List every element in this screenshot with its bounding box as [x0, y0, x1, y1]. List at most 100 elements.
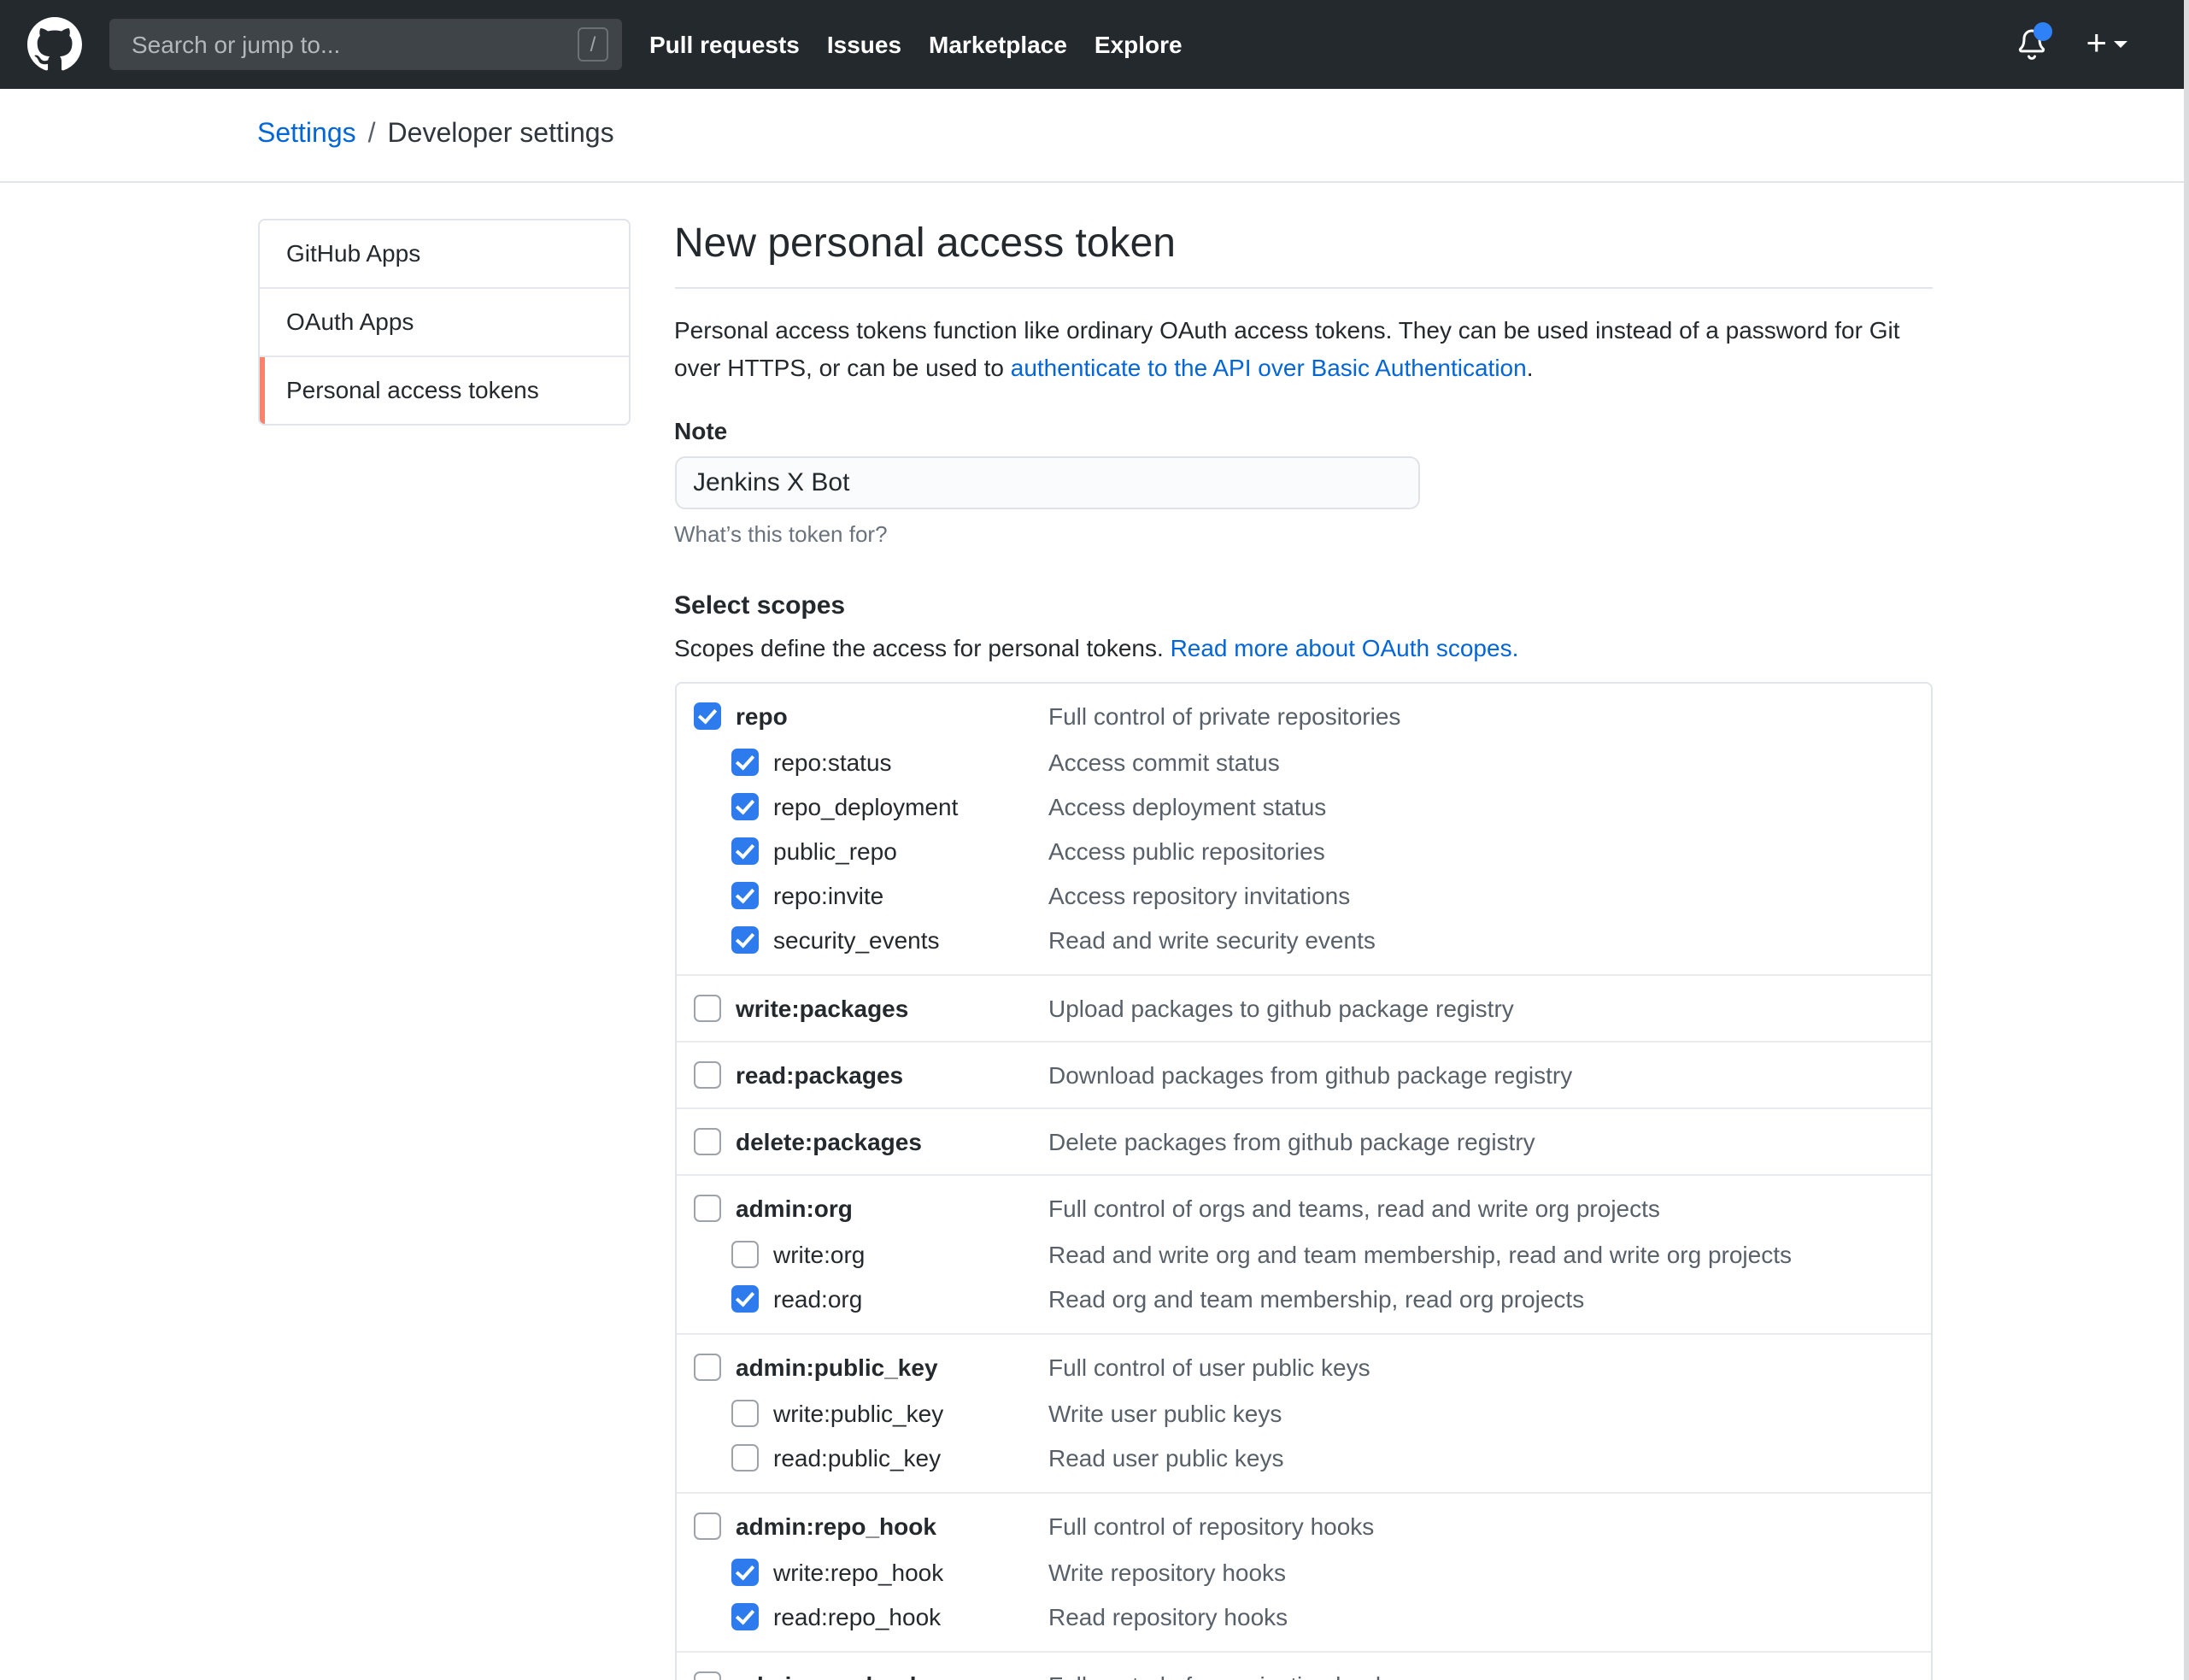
github-logo-icon[interactable] [27, 17, 82, 72]
checkbox-admin:public_key[interactable] [693, 1354, 720, 1381]
settings-side-menu: GitHub Apps OAuth Apps Personal access t… [257, 219, 630, 426]
scope-label[interactable]: repo:status [773, 749, 892, 776]
top-header: / Pull requests Issues Marketplace Explo… [0, 0, 2189, 89]
scope-label[interactable]: write:repo_hook [773, 1559, 943, 1586]
scope-row: write:public_key Write user public keys [731, 1391, 1903, 1436]
scope-label[interactable]: repo:invite [773, 882, 883, 909]
nav-issues[interactable]: Issues [827, 31, 901, 58]
nav-pull-requests[interactable]: Pull requests [649, 31, 800, 58]
scope-description: Full control of private repositories [1048, 702, 1903, 730]
sidebar-item-github-apps[interactable]: GitHub Apps [259, 220, 628, 289]
scope-label[interactable]: read:org [773, 1285, 862, 1313]
scope-description: Download packages from github package re… [1048, 1061, 1903, 1089]
scope-label[interactable]: read:packages [736, 1061, 903, 1089]
header-right: + [2014, 27, 2127, 62]
checkbox-read:public_key[interactable] [731, 1444, 758, 1471]
nav-explore[interactable]: Explore [1094, 31, 1183, 58]
scopes-desc-before: Scopes define the access for personal to… [674, 634, 1171, 661]
scope-label[interactable]: repo [736, 702, 788, 730]
scope-description: Write user public keys [1048, 1400, 1903, 1427]
scope-group-write:packages: write:packages Upload packages to github… [676, 974, 1930, 1041]
scope-description: Access deployment status [1048, 793, 1903, 820]
scope-list: repo Full control of private repositorie… [674, 682, 1932, 1680]
main-content: New personal access token Personal acces… [674, 219, 1932, 1680]
checkbox-delete:packages[interactable] [693, 1128, 720, 1155]
oauth-scopes-link[interactable]: Read more about OAuth scopes. [1171, 634, 1519, 661]
scope-description: Full control of orgs and teams, read and… [1048, 1195, 1903, 1222]
scope-description: Access commit status [1048, 749, 1903, 776]
scope-label[interactable]: write:org [773, 1241, 865, 1268]
checkbox-write:packages[interactable] [693, 995, 720, 1022]
checkbox-admin:org_hook[interactable] [693, 1671, 720, 1680]
checkbox-admin:org[interactable] [693, 1195, 720, 1222]
sidebar-item-oauth-apps[interactable]: OAuth Apps [259, 289, 628, 357]
header-search: / [109, 19, 622, 70]
scope-group-admin:public_key: admin:public_key Full control of user pu… [676, 1333, 1930, 1492]
checkbox-repo_deployment[interactable] [731, 793, 758, 820]
scope-label[interactable]: admin:repo_hook [736, 1513, 936, 1540]
checkbox-admin:repo_hook[interactable] [693, 1513, 720, 1540]
scope-label[interactable]: admin:public_key [736, 1354, 938, 1381]
note-label: Note [674, 417, 1932, 444]
header-nav: Pull requests Issues Marketplace Explore [649, 31, 1183, 58]
scope-label[interactable]: admin:org [736, 1195, 853, 1222]
checkbox-write:repo_hook[interactable] [731, 1559, 758, 1586]
scope-label[interactable]: repo_deployment [773, 793, 958, 820]
scope-sub-list: write:org Read and write org and team me… [731, 1232, 1903, 1321]
breadcrumb-current: Developer settings [388, 120, 614, 150]
scope-row: read:org Read org and team membership, r… [731, 1277, 1903, 1321]
scope-label[interactable]: write:public_key [773, 1400, 943, 1427]
scope-group-repo: repo Full control of private repositorie… [676, 684, 1930, 974]
scope-label[interactable]: write:packages [736, 995, 908, 1022]
checkbox-read:repo_hook[interactable] [731, 1603, 758, 1630]
scope-label[interactable]: read:repo_hook [773, 1603, 941, 1630]
checkbox-read:packages[interactable] [693, 1061, 720, 1089]
checkbox-write:public_key[interactable] [731, 1400, 758, 1427]
scope-row: delete:packages Delete packages from git… [693, 1121, 1903, 1162]
basic-auth-link[interactable]: authenticate to the API over Basic Authe… [1011, 353, 1527, 380]
scope-description: Write repository hooks [1048, 1559, 1903, 1586]
checkbox-security_events[interactable] [731, 926, 758, 954]
scope-label[interactable]: public_repo [773, 837, 897, 865]
scope-description: Full control of repository hooks [1048, 1513, 1903, 1540]
scope-group-read:packages: read:packages Download packages from git… [676, 1041, 1930, 1107]
scope-sub-list: repo:status Access commit status repo_de… [731, 740, 1903, 962]
intro-text: Personal access tokens function like ord… [674, 313, 1932, 386]
notifications-bell-icon[interactable] [2014, 27, 2048, 62]
note-input[interactable] [674, 456, 1419, 509]
scope-row: repo Full control of private repositorie… [693, 696, 1903, 737]
scope-sub-list: write:repo_hook Write repository hooks r… [731, 1550, 1903, 1639]
scope-description: Read and write security events [1048, 926, 1903, 954]
scope-description: Full control of organization hooks [1048, 1671, 1903, 1680]
scope-row: security_events Read and write security … [731, 918, 1903, 962]
nav-marketplace[interactable]: Marketplace [929, 31, 1067, 58]
scope-row: admin:public_key Full control of user pu… [693, 1347, 1903, 1388]
breadcrumb-settings-link[interactable]: Settings [257, 120, 356, 150]
scope-label[interactable]: security_events [773, 926, 940, 954]
checkbox-repo:invite[interactable] [731, 882, 758, 909]
scope-row: repo:invite Access repository invitation… [731, 873, 1903, 918]
scope-row: read:repo_hook Read repository hooks [731, 1595, 1903, 1639]
scope-row: write:org Read and write org and team me… [731, 1232, 1903, 1277]
scope-description: Access public repositories [1048, 837, 1903, 865]
scope-description: Read user public keys [1048, 1444, 1903, 1471]
page-title: New personal access token [674, 219, 1932, 289]
scope-label[interactable]: read:public_key [773, 1444, 941, 1471]
checkbox-repo[interactable] [693, 702, 720, 730]
create-new-menu[interactable]: + [2086, 28, 2127, 61]
scope-description: Access repository invitations [1048, 882, 1903, 909]
plus-icon: + [2086, 25, 2107, 61]
scope-group-delete:packages: delete:packages Delete packages from git… [676, 1107, 1930, 1174]
scope-label[interactable]: admin:org_hook [736, 1671, 923, 1680]
checkbox-read:org[interactable] [731, 1285, 758, 1313]
sidebar-item-personal-access-tokens[interactable]: Personal access tokens [259, 357, 628, 424]
scope-description: Upload packages to github package regist… [1048, 995, 1903, 1022]
breadcrumb-separator: / [368, 120, 376, 150]
checkbox-write:org[interactable] [731, 1241, 758, 1268]
search-input[interactable] [109, 19, 622, 70]
scope-row: repo_deployment Access deployment status [731, 784, 1903, 829]
scope-label[interactable]: delete:packages [736, 1128, 922, 1155]
checkbox-repo:status[interactable] [731, 749, 758, 776]
checkbox-public_repo[interactable] [731, 837, 758, 865]
scope-row: admin:org_hook Full control of organizat… [693, 1665, 1903, 1680]
